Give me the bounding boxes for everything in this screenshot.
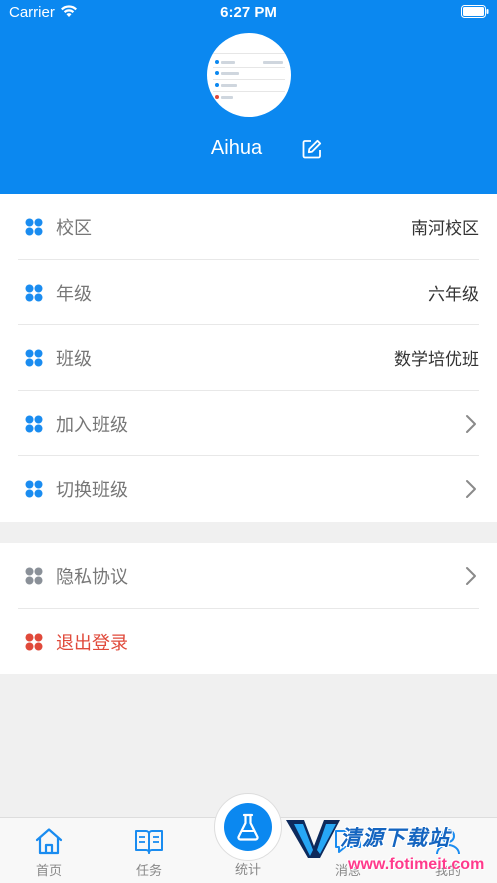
chevron-right-icon xyxy=(466,567,476,585)
grid-icon xyxy=(25,349,43,367)
battery-icon xyxy=(461,5,489,18)
tab-home[interactable]: 首页 xyxy=(9,818,89,883)
book-icon xyxy=(135,830,163,854)
username: Aihua xyxy=(0,137,497,160)
watermark-logo xyxy=(286,820,340,858)
chevron-right-icon xyxy=(466,480,476,499)
tab-label: 任务 xyxy=(135,864,162,879)
grid-icon xyxy=(25,567,43,585)
grid-icon xyxy=(25,284,43,302)
menu-value: 南河校区 xyxy=(411,219,479,239)
menu-label: 校区 xyxy=(56,218,92,239)
grid-icon xyxy=(25,415,43,433)
watermark-title: 清源下载站 xyxy=(340,826,450,850)
menu-label: 退出登录 xyxy=(56,632,128,654)
username-text: Aihua xyxy=(210,137,263,159)
menu-label: 切换班级 xyxy=(56,480,128,502)
menu-label: 隐私协议 xyxy=(56,567,128,588)
watermark-url: www.fotimeit.com xyxy=(348,856,485,873)
menu-value: 数学培优班 xyxy=(394,350,479,371)
settings-menu: 隐私协议 退出登录 xyxy=(0,543,497,675)
edit-icon[interactable] xyxy=(302,139,322,159)
home-icon xyxy=(35,828,63,855)
menu-row-campus: 校区 南河校区 xyxy=(18,194,479,260)
clock: 6:27 PM xyxy=(220,4,277,21)
menu-row-grade: 年级 六年级 xyxy=(18,260,479,326)
menu-row-privacy[interactable]: 隐私协议 xyxy=(18,543,479,609)
profile-header: Carrier 6:27 PM Aihua xyxy=(0,0,497,194)
menu-value: 六年级 xyxy=(428,284,479,305)
menu-row-join-class[interactable]: 加入班级 xyxy=(18,391,479,457)
menu-row-class: 班级 数学培优班 xyxy=(18,325,479,391)
grid-icon xyxy=(25,480,43,498)
watermark: 清源下载站 www.fotimeit.com xyxy=(284,812,484,880)
status-bar: Carrier 6:27 PM xyxy=(0,0,497,26)
menu-row-switch-class[interactable]: 切换班级 xyxy=(18,456,479,522)
chevron-right-icon xyxy=(466,414,476,433)
menu-label: 加入班级 xyxy=(56,414,128,436)
menu-row-logout[interactable]: 退出登录 xyxy=(18,609,479,675)
menu-label: 年级 xyxy=(56,283,92,305)
avatar[interactable] xyxy=(207,33,291,117)
tab-label: 首页 xyxy=(35,864,62,879)
grid-icon xyxy=(25,633,43,651)
profile-menu: 校区 南河校区 年级 六年级 班级 数学培优班 加入班级 切换班级 xyxy=(0,194,497,522)
grid-icon xyxy=(25,218,43,236)
menu-label: 班级 xyxy=(56,349,92,371)
flask-icon xyxy=(237,813,259,841)
tab-tasks[interactable]: 任务 xyxy=(109,818,189,883)
tab-label: 统计 xyxy=(234,863,261,878)
